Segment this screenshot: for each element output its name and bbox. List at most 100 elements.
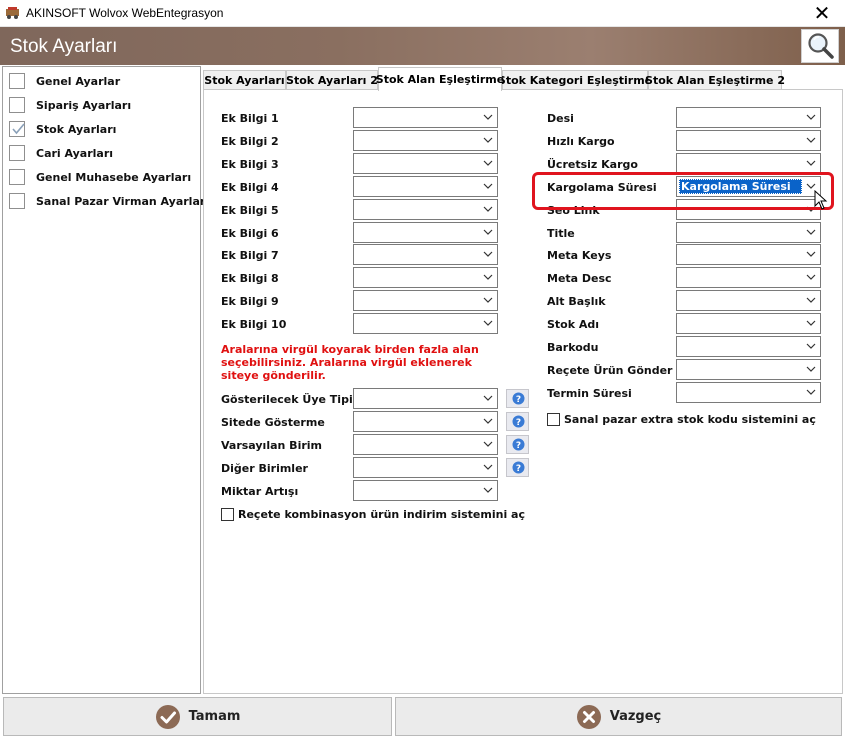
help-button[interactable]: ? xyxy=(506,389,529,408)
ek-bilgi-10-select[interactable] xyxy=(353,313,498,334)
sidebar-item-siparis-ayarlari[interactable]: Sipariş Ayarları xyxy=(9,96,131,114)
meta-keys-label: Meta Keys xyxy=(547,249,612,262)
sidebar-item-genel-muhasebe-ayarlari[interactable]: Genel Muhasebe Ayarları xyxy=(9,168,191,186)
help-icon: ? xyxy=(512,415,525,428)
sidebar-item-genel-ayarlar[interactable]: Genel Ayarlar xyxy=(9,72,120,90)
chevron-down-icon xyxy=(806,297,816,303)
meta-keys-select[interactable] xyxy=(676,244,821,265)
chevron-down-icon xyxy=(483,464,493,470)
ek-bilgi-1-select[interactable] xyxy=(353,107,498,128)
ok-button[interactable]: Tamam xyxy=(3,697,392,736)
ucretsiz-kargo-select[interactable] xyxy=(676,153,821,174)
sidebar-item-label: Genel Ayarlar xyxy=(36,74,121,88)
ek-bilgi-3-label: Ek Bilgi 3 xyxy=(221,158,279,171)
tab-stok-ayarlari[interactable]: Stok Ayarları xyxy=(203,70,286,90)
checkbox[interactable] xyxy=(9,145,25,161)
help-button[interactable]: ? xyxy=(506,412,529,431)
ek-bilgi-2-select[interactable] xyxy=(353,130,498,151)
meta-desc-select[interactable] xyxy=(676,267,821,288)
ek-bilgi-6-select[interactable] xyxy=(353,222,498,243)
checkbox-label: Sanal pazar extra stok kodu sistemini aç xyxy=(564,413,816,426)
mouse-cursor-icon xyxy=(814,190,828,210)
recete-urun-gonder-select[interactable] xyxy=(676,359,821,380)
ek-bilgi-9-select[interactable] xyxy=(353,290,498,311)
stok-adi-select[interactable] xyxy=(676,313,821,334)
chevron-down-icon xyxy=(483,137,493,143)
chevron-down-icon xyxy=(806,229,816,235)
recete-kombinasyon-checkbox[interactable]: Reçete kombinasyon ürün indirim sistemin… xyxy=(221,508,525,521)
checkbox[interactable] xyxy=(9,169,25,185)
checkbox[interactable] xyxy=(9,193,25,209)
title-select[interactable] xyxy=(676,222,821,243)
diger-birimler-select[interactable] xyxy=(353,457,498,478)
help-button[interactable]: ? xyxy=(506,458,529,477)
tab-stok-kategori-eslestirme[interactable]: Stok Kategori Eşleştirme xyxy=(498,70,652,90)
ek-bilgi-4-select[interactable] xyxy=(353,176,498,197)
sidebar-item-label: Genel Muhasebe Ayarları xyxy=(36,170,192,184)
miktar-artisi-select[interactable] xyxy=(353,480,498,501)
search-button[interactable] xyxy=(801,29,839,63)
ek-bilgi-2-label: Ek Bilgi 2 xyxy=(221,135,279,148)
ek-bilgi-6-label: Ek Bilgi 6 xyxy=(221,227,279,240)
checkmark-icon xyxy=(12,123,25,135)
sidebar-item-label: Sipariş Ayarları xyxy=(36,98,132,112)
termin-suresi-select[interactable] xyxy=(676,382,821,403)
sidebar-item-sanal-pazar-virman-ayarlari[interactable]: Sanal Pazar Virman Ayarları xyxy=(9,192,209,210)
chevron-down-icon xyxy=(806,320,816,326)
chevron-down-icon xyxy=(806,274,816,280)
chevron-down-icon xyxy=(483,229,493,235)
tab-stok-alan-eslestirme[interactable]: Stok Alan Eşleştirme xyxy=(376,67,504,91)
sanal-pazar-extra-checkbox[interactable]: Sanal pazar extra stok kodu sistemini aç xyxy=(547,413,816,426)
ek-bilgi-5-select[interactable] xyxy=(353,199,498,220)
chevron-down-icon xyxy=(483,418,493,424)
tab-stok-alan-eslestirme-2[interactable]: Stok Alan Eşleştirme 2 xyxy=(645,70,785,90)
chevron-down-icon xyxy=(483,183,493,189)
help-icon: ? xyxy=(512,461,525,474)
close-button[interactable]: ✕ xyxy=(799,0,845,27)
ek-bilgi-3-select[interactable] xyxy=(353,153,498,174)
chevron-down-icon xyxy=(806,366,816,372)
ek-bilgi-8-select[interactable] xyxy=(353,267,498,288)
chevron-down-icon xyxy=(483,114,493,120)
sidebar-item-stok-ayarlari[interactable]: Stok Ayarları xyxy=(9,120,116,138)
chevron-down-icon xyxy=(483,487,493,493)
checkbox[interactable] xyxy=(547,413,560,426)
info-note: Aralarına virgül koyarak birden fazla al… xyxy=(221,343,479,382)
chevron-down-icon xyxy=(483,251,493,257)
chevron-down-icon xyxy=(483,441,493,447)
miktar-artisi-label: Miktar Artışı xyxy=(221,485,299,498)
ek-bilgi-10-label: Ek Bilgi 10 xyxy=(221,318,287,331)
desi-select[interactable] xyxy=(676,107,821,128)
ek-bilgi-1-label: Ek Bilgi 1 xyxy=(221,112,279,125)
chevron-down-icon xyxy=(483,297,493,303)
barkodu-select[interactable] xyxy=(676,336,821,357)
svg-text:?: ? xyxy=(516,464,521,474)
svg-text:?: ? xyxy=(516,395,521,405)
meta-desc-label: Meta Desc xyxy=(547,272,612,285)
seo-link-select[interactable] xyxy=(676,199,821,220)
checkbox[interactable] xyxy=(221,508,234,521)
sitede-gosterme-label: Sitede Gösterme xyxy=(221,416,325,429)
tab-stok-ayarlari-2[interactable]: Stok Ayarları 2 xyxy=(286,70,378,90)
varsayilan-birim-select[interactable] xyxy=(353,434,498,455)
termin-suresi-label: Termin Süresi xyxy=(547,387,632,400)
checkbox[interactable] xyxy=(9,73,25,89)
app-icon xyxy=(6,7,19,19)
cancel-button[interactable]: Vazgeç xyxy=(395,697,842,736)
kargolama-suresi-select[interactable]: Kargolama Süresi xyxy=(676,176,821,197)
alt-baslik-select[interactable] xyxy=(676,290,821,311)
help-button[interactable]: ? xyxy=(506,435,529,454)
ek-bilgi-7-select[interactable] xyxy=(353,244,498,265)
cancel-button-label: Vazgeç xyxy=(609,709,662,724)
checkbox[interactable] xyxy=(9,121,25,137)
svg-text:?: ? xyxy=(516,418,521,428)
sidebar-item-cari-ayarlari[interactable]: Cari Ayarları xyxy=(9,144,113,162)
sitede-gosterme-select[interactable] xyxy=(353,411,498,432)
checkbox[interactable] xyxy=(9,97,25,113)
gosterilecek-uye-tipi-select[interactable] xyxy=(353,388,498,409)
desi-label: Desi xyxy=(547,112,574,125)
hizli-kargo-select[interactable] xyxy=(676,130,821,151)
chevron-down-icon xyxy=(806,251,816,257)
title-label: Title xyxy=(547,227,575,240)
ek-bilgi-4-label: Ek Bilgi 4 xyxy=(221,181,279,194)
